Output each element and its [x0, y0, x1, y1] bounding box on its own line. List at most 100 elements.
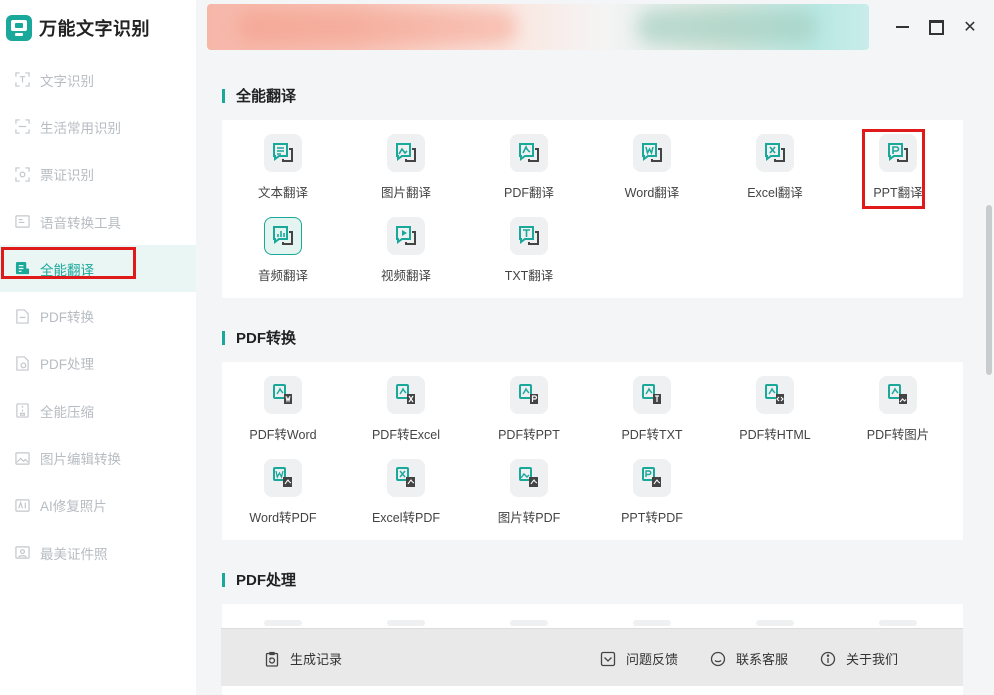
sidebar-item-label: PDF处理 [40, 357, 94, 373]
tile-audio-translate[interactable]: 音频翻译 [222, 205, 344, 285]
app-header: 万能文字识别 [0, 0, 196, 55]
image-to-pdf-icon [510, 459, 548, 497]
app-logo-icon [6, 14, 32, 41]
main-content: 全能翻译 文本翻译 图片翻译 PDF翻译 Word翻译 Excel翻译 PPT翻… [196, 60, 994, 695]
partial-tile-icon [879, 620, 917, 626]
sidebar-item-life-ocr[interactable]: 生活常用识别 [0, 103, 196, 150]
partial-tile-icon [633, 620, 671, 626]
section-title-pdf-process: PDF处理 [222, 569, 296, 590]
sidebar-item-label: 票证识别 [40, 168, 94, 184]
ppt-translate-icon [879, 134, 917, 172]
excel-to-pdf-icon [387, 459, 425, 497]
maximize-button[interactable] [925, 16, 947, 38]
section-title-pdf-convert: PDF转换 [222, 327, 296, 348]
section-title-translate: 全能翻译 [222, 85, 296, 106]
tile-text-translate[interactable]: 文本翻译 [222, 122, 344, 202]
tile-pdf-to-txt[interactable]: PDF转TXT [591, 364, 713, 444]
sidebar-item-label: 全能翻译 [40, 262, 94, 278]
sidebar-item-pdf-convert[interactable]: PDF转换 [0, 292, 196, 339]
tile-excel-to-pdf[interactable]: Excel转PDF [345, 447, 467, 527]
sidebar-item-label: 图片编辑转换 [40, 452, 121, 468]
pdf-to-word-icon [264, 376, 302, 414]
scan-life-icon [15, 119, 30, 135]
id-photo-icon [15, 545, 30, 560]
pdf-convert-icon [15, 308, 30, 324]
pdf-to-excel-icon [387, 376, 425, 414]
tile-pdf-to-ppt[interactable]: PDF转PPT [468, 364, 590, 444]
history-button[interactable]: 生成记录 [264, 649, 342, 668]
tile-pdf-to-html[interactable]: PDF转HTML [714, 364, 836, 444]
tile-word-to-pdf[interactable]: Word转PDF [222, 447, 344, 527]
pdf-convert-card: PDF转Word PDF转Excel PDF转PPT PDF转TXT PDF转H… [222, 362, 963, 540]
sidebar-item-ai-repair[interactable]: AI修复照片 [0, 482, 196, 529]
compress-icon [15, 403, 30, 418]
pdf-translate-icon [510, 134, 548, 172]
audio-translate-icon [264, 217, 302, 255]
promo-banner[interactable] [207, 4, 869, 50]
sidebar-item-image-edit[interactable]: 图片编辑转换 [0, 434, 196, 481]
tile-excel-translate[interactable]: Excel翻译 [714, 122, 836, 202]
sidebar: 万能文字识别 文字识别 生活常用识别 票证识别 语音转换工具 全能翻译 PDF转… [0, 0, 196, 695]
title-bar: ✕ [196, 0, 994, 60]
excel-translate-icon [756, 134, 794, 172]
tile-pdf-to-excel[interactable]: PDF转Excel [345, 364, 467, 444]
tile-pdf-to-image[interactable]: PDF转图片 [837, 364, 959, 444]
tile-ppt-to-pdf[interactable]: PPT转PDF [591, 447, 713, 527]
sidebar-item-compress[interactable]: 全能压缩 [0, 387, 196, 434]
contact-service-button[interactable]: 联系客服 [710, 649, 788, 668]
partial-tile-icon [387, 620, 425, 626]
feedback-icon [600, 651, 616, 666]
clipboard-icon [265, 651, 279, 667]
ppt-to-pdf-icon [633, 459, 671, 497]
about-us-button[interactable]: 关于我们 [820, 649, 898, 668]
tile-pdf-translate[interactable]: PDF翻译 [468, 122, 590, 202]
translate-card: 文本翻译 图片翻译 PDF翻译 Word翻译 Excel翻译 PPT翻译 音频翻… [222, 120, 963, 298]
chat-icon [710, 651, 726, 666]
tile-word-translate[interactable]: Word翻译 [591, 122, 713, 202]
tile-txt-translate[interactable]: TXT翻译 [468, 205, 590, 285]
sidebar-item-label: PDF转换 [40, 310, 94, 326]
scan-ticket-icon [15, 167, 30, 182]
pdf-to-image-icon [879, 376, 917, 414]
sidebar-item-label: 生活常用识别 [40, 120, 121, 136]
voice-convert-icon [15, 214, 30, 229]
video-translate-icon [387, 217, 425, 255]
tile-pdf-to-word[interactable]: PDF转Word [222, 364, 344, 444]
pdf-process-icon [15, 356, 30, 371]
sidebar-item-label: AI修复照片 [40, 499, 107, 515]
partial-tile-icon [264, 620, 302, 626]
scrollbar-thumb[interactable] [986, 205, 992, 375]
sidebar-item-id-photo[interactable]: 最美证件照 [0, 529, 196, 576]
feedback-button[interactable]: 问题反馈 [600, 649, 678, 668]
tile-image-to-pdf[interactable]: 图片转PDF [468, 447, 590, 527]
sidebar-item-label: 全能压缩 [40, 404, 94, 420]
txt-translate-icon [510, 217, 548, 255]
sidebar-item-text-ocr[interactable]: 文字识别 [0, 56, 196, 103]
sidebar-item-translate[interactable]: 全能翻译 [0, 245, 196, 293]
ai-repair-icon [15, 498, 30, 513]
tile-ppt-translate[interactable]: PPT翻译 [837, 122, 959, 209]
tile-image-translate[interactable]: 图片翻译 [345, 122, 467, 202]
sidebar-item-ticket-ocr[interactable]: 票证识别 [0, 151, 196, 198]
sidebar-item-label: 最美证件照 [40, 546, 108, 562]
pdf-to-txt-icon [633, 376, 671, 414]
minimize-button[interactable] [891, 16, 913, 38]
translate-icon [15, 261, 30, 276]
sidebar-item-pdf-process[interactable]: PDF处理 [0, 340, 196, 387]
sidebar-nav: 文字识别 生活常用识别 票证识别 语音转换工具 全能翻译 PDF转换 PDF处理 [0, 56, 196, 576]
info-icon [820, 651, 836, 666]
sidebar-item-label: 语音转换工具 [40, 215, 121, 231]
image-edit-icon [15, 451, 30, 466]
tile-video-translate[interactable]: 视频翻译 [345, 205, 467, 285]
partial-tile-icon [510, 620, 548, 626]
footer-bar: 生成记录 问题反馈 联系客服 关于我们 [221, 628, 963, 686]
close-button[interactable]: ✕ [959, 16, 981, 38]
partial-tile-icon [756, 620, 794, 626]
image-translate-icon [387, 134, 425, 172]
scan-text-icon [15, 72, 30, 87]
pdf-to-html-icon [756, 376, 794, 414]
sidebar-item-voice-tools[interactable]: 语音转换工具 [0, 198, 196, 245]
pdf-to-ppt-icon [510, 376, 548, 414]
app-title: 万能文字识别 [39, 18, 150, 39]
sidebar-item-label: 文字识别 [40, 73, 94, 89]
